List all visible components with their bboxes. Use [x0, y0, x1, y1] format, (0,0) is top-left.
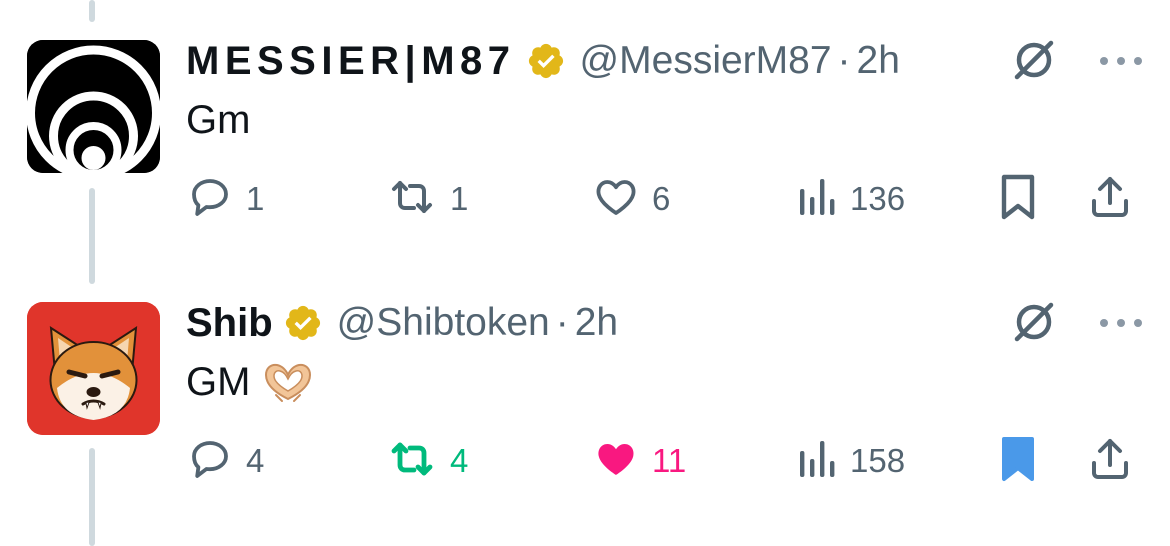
tweet-shib[interactable]: Shib @Shibtoken · 2h GM 4 4 11 158 [0, 262, 1170, 522]
tweet-header: MESSIER|M87 @MessierM87 · 2h [186, 34, 900, 88]
share-button[interactable] [1086, 172, 1134, 226]
reply-count: 4 [246, 442, 265, 479]
retweet-count: 1 [450, 180, 469, 217]
action-bar: 1 1 6 136 [186, 172, 1146, 226]
views-count: 136 [850, 180, 906, 217]
like-button[interactable]: 6 [592, 172, 670, 226]
reply-icon [186, 435, 234, 488]
retweet-button[interactable]: 1 [386, 172, 468, 226]
share-icon [1086, 173, 1134, 226]
tweet-text: GM [186, 360, 314, 405]
grok-icon[interactable] [1012, 300, 1056, 349]
timestamp[interactable]: 2h [575, 301, 618, 345]
handle[interactable]: @MessierM87 [580, 39, 832, 83]
avatar[interactable] [27, 40, 160, 173]
reply-count: 1 [246, 180, 265, 217]
messier-logo [27, 40, 160, 173]
like-count: 6 [652, 180, 671, 217]
grok-icon[interactable] [1012, 38, 1056, 87]
retweet-icon [386, 435, 438, 488]
verified-badge-icon [283, 303, 323, 343]
like-count: 11 [652, 442, 687, 479]
separator-dot: · [837, 39, 851, 82]
reply-button[interactable]: 4 [186, 434, 264, 488]
retweet-button[interactable]: 4 [386, 434, 468, 488]
tweet-top-actions [1012, 300, 1144, 349]
reply-button[interactable]: 1 [186, 172, 264, 226]
share-button[interactable] [1086, 434, 1134, 488]
bookmark-button[interactable] [998, 434, 1038, 488]
display-name[interactable]: MESSIER|M87 [186, 39, 516, 84]
retweet-count: 4 [450, 442, 469, 479]
views-count: 158 [850, 442, 906, 479]
avatar[interactable] [27, 302, 160, 435]
retweet-icon [386, 173, 438, 226]
heart-hands-emoji [262, 361, 314, 405]
bookmark-button[interactable] [998, 172, 1038, 226]
more-icon[interactable] [1098, 316, 1144, 334]
bookmark-icon [998, 173, 1038, 226]
handle[interactable]: @Shibtoken [337, 301, 550, 345]
like-button[interactable]: 11 [592, 434, 686, 488]
views-button[interactable]: 136 [798, 172, 905, 226]
tweet-header: Shib @Shibtoken · 2h [186, 296, 618, 350]
tweet-messier[interactable]: MESSIER|M87 @MessierM87 · 2h Gm 1 1 6 13… [0, 0, 1170, 260]
separator-dot: · [555, 301, 569, 344]
tweet-text-content: GM [186, 360, 251, 404]
tweet-top-actions [1012, 38, 1144, 87]
like-icon [592, 435, 640, 488]
shiba-logo [27, 302, 160, 435]
like-icon [592, 173, 640, 226]
views-button[interactable]: 158 [798, 434, 905, 488]
more-icon[interactable] [1098, 54, 1144, 72]
display-name[interactable]: Shib [186, 301, 273, 346]
bookmark-icon [998, 435, 1038, 488]
tweet-text: Gm [186, 98, 250, 143]
tweet-text-content: Gm [186, 98, 251, 142]
views-icon [798, 439, 838, 484]
views-icon [798, 177, 838, 222]
share-icon [1086, 435, 1134, 488]
verified-badge-icon [526, 41, 566, 81]
timestamp[interactable]: 2h [857, 39, 900, 83]
action-bar: 4 4 11 158 [186, 434, 1146, 488]
reply-icon [186, 173, 234, 226]
